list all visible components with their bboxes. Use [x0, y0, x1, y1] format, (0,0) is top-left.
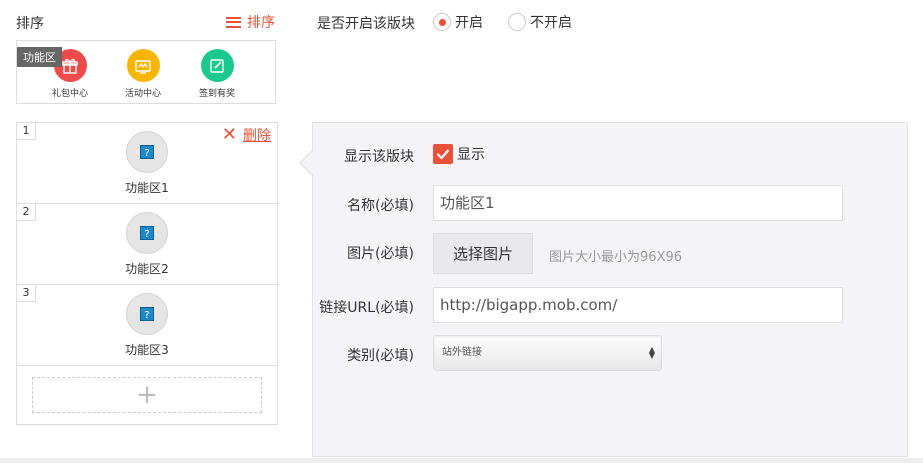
list-item[interactable]: 2 ? 功能区2: [17, 204, 277, 285]
module-preview: 礼包中心 活动中心 签到有奖 功能区: [16, 40, 276, 104]
name-label: 名称(必填): [347, 198, 414, 214]
radio-checked-icon: [433, 13, 451, 31]
category-select[interactable]: 站外链接 ▲ ▼: [433, 335, 662, 371]
delete-label: 删除: [243, 128, 271, 144]
url-input[interactable]: http://bigapp.mob.com/: [433, 287, 843, 323]
menu-icon: [226, 16, 241, 28]
activity-icon: [126, 49, 160, 82]
item-number: 3: [17, 285, 36, 302]
preview-item-label: 活动中心: [124, 89, 161, 99]
add-item-button[interactable]: +: [32, 377, 262, 413]
item-name: 功能区1: [125, 181, 169, 195]
item-name: 功能区3: [125, 343, 169, 357]
select-arrows-icon: ▲ ▼: [648, 345, 655, 360]
show-label: 显示该版块: [344, 149, 414, 165]
enable-label: 是否开启该版块: [317, 16, 415, 32]
placeholder-image-icon: ?: [126, 131, 168, 173]
preview-tag: 功能区: [17, 47, 62, 67]
svg-text:?: ?: [144, 310, 149, 321]
preview-item-label: 签到有奖: [198, 89, 235, 99]
preview-item-activity: 活动中心: [113, 49, 173, 99]
page-root: 排序 排序 是否开启该版块 开启 不开启 礼包中心 活动中心 签到有奖 功能区 …: [0, 0, 923, 463]
item-number: 2: [17, 204, 36, 221]
category-label: 类别(必填): [347, 348, 414, 364]
preview-item-checkin: 签到有奖: [187, 49, 247, 99]
choose-image-button[interactable]: 选择图片: [433, 233, 533, 274]
delete-button[interactable]: ✕ 删除: [222, 125, 271, 145]
list-item[interactable]: 1 ? 功能区1 ✕ 删除: [17, 123, 277, 204]
item-name: 功能区2: [125, 262, 169, 276]
category-select-value: 站外链接: [442, 347, 482, 358]
list-item[interactable]: 3 ? 功能区3: [17, 285, 277, 366]
preview-item-label: 礼包中心: [51, 89, 88, 99]
edit-icon: [200, 49, 234, 82]
show-checkbox[interactable]: 显示: [433, 144, 485, 164]
name-input[interactable]: 功能区1: [433, 185, 843, 221]
show-checkbox-label: 显示: [457, 147, 485, 163]
edit-panel: 显示该版块 显示 名称(必填) 功能区1 图片(必填) 选择图片 图片大小最小为…: [312, 122, 908, 457]
checkmark-icon: [433, 144, 453, 164]
sort-button-label: 排序: [247, 15, 275, 31]
module-list: 1 ? 功能区1 ✕ 删除 2 ? 功能区2 3 ? 功能区3 +: [16, 122, 278, 425]
placeholder-image-icon: ?: [126, 293, 168, 335]
radio-disable[interactable]: 不开启: [508, 12, 572, 32]
plus-icon: +: [136, 380, 158, 410]
image-hint: 图片大小最小为96X96: [549, 250, 682, 265]
sort-title: 排序: [16, 16, 44, 32]
svg-text:?: ?: [144, 229, 149, 240]
bottom-divider: [0, 458, 923, 463]
radio-disable-label: 不开启: [530, 15, 572, 31]
url-label: 链接URL(必填): [319, 300, 414, 316]
panel-pointer-fill: [301, 151, 313, 175]
close-icon: ✕: [221, 124, 237, 145]
item-number: 1: [17, 123, 36, 140]
radio-enable[interactable]: 开启: [433, 12, 483, 32]
radio-enable-label: 开启: [455, 15, 483, 31]
radio-unchecked-icon: [508, 13, 526, 31]
image-label: 图片(必填): [347, 246, 414, 262]
placeholder-image-icon: ?: [126, 212, 168, 254]
svg-text:?: ?: [144, 148, 149, 159]
sort-button[interactable]: 排序: [226, 12, 275, 32]
